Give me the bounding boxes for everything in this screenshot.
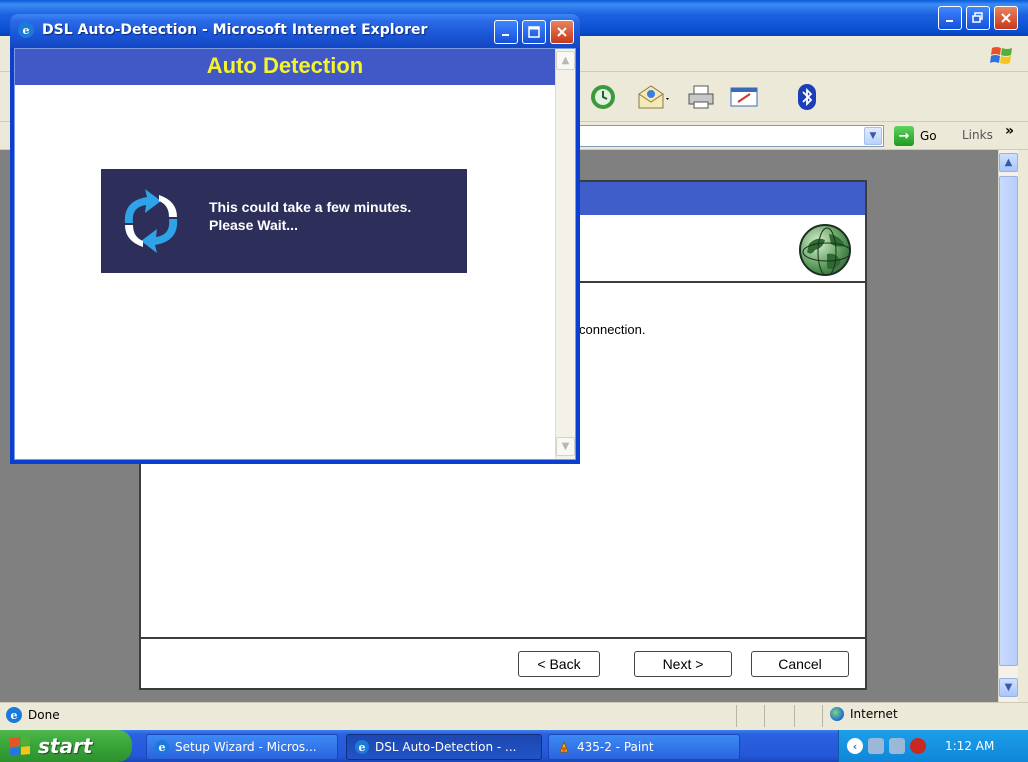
popup-scroll-up-button[interactable]: ▲: [556, 51, 575, 70]
restore-icon: [972, 12, 983, 23]
bluetooth-tray-icon[interactable]: [910, 738, 926, 754]
bg-close-button[interactable]: [994, 6, 1018, 30]
go-arrow-icon: →: [894, 126, 914, 146]
internet-zone-icon: [830, 707, 844, 721]
paint-icon: [559, 740, 569, 753]
bluetooth-button[interactable]: [790, 80, 824, 114]
scroll-thumb[interactable]: [999, 176, 1018, 666]
taskbar-item-setup-wizard[interactable]: e Setup Wizard - Micros...: [146, 734, 338, 760]
taskbar-item-label: Setup Wizard - Micros...: [175, 740, 317, 754]
dsl-auto-detection-window: e DSL Auto-Detection - Microsoft Interne…: [10, 14, 580, 464]
edit-icon: [730, 87, 758, 107]
refresh-arrows-icon: [124, 189, 178, 253]
popup-scroll-down-button[interactable]: ▼: [556, 437, 575, 456]
popup-maximize-button[interactable]: [522, 20, 546, 44]
vertical-scrollbar[interactable]: ▲ ▼: [998, 150, 1018, 702]
clock[interactable]: 1:12 AM: [945, 739, 994, 753]
status-zone: Internet: [830, 707, 898, 721]
bluetooth-icon: [798, 84, 816, 110]
cancel-button[interactable]: Cancel: [751, 651, 849, 677]
wait-message-line1: This could take a few minutes.: [209, 199, 412, 215]
minimize-icon: [946, 20, 953, 22]
network-icon[interactable]: [889, 738, 905, 754]
ie-icon: e: [18, 22, 34, 38]
network-icon[interactable]: [868, 738, 884, 754]
system-tray: ‹ 1:12 AM: [838, 730, 1028, 762]
go-button[interactable]: → Go: [894, 126, 937, 146]
chevron-down-icon: ▼: [869, 131, 877, 141]
close-icon: [557, 27, 567, 37]
print-button[interactable]: [684, 80, 718, 114]
start-label: start: [38, 734, 93, 758]
edit-button[interactable]: [728, 80, 762, 114]
wait-message-line2: Please Wait...: [209, 217, 298, 233]
close-icon: [1001, 13, 1011, 23]
history-button[interactable]: [586, 80, 620, 114]
status-text: Done: [28, 708, 60, 722]
minimize-icon: [502, 34, 509, 36]
chevron-down-icon: ▼: [561, 441, 570, 452]
ie-icon: e: [355, 740, 369, 754]
popup-close-button[interactable]: [550, 20, 574, 44]
auto-detection-title: Auto Detection: [206, 53, 364, 78]
page-icon: e: [6, 707, 22, 723]
auto-detection-header: Auto Detection: [15, 49, 555, 85]
scroll-up-button[interactable]: ▲: [999, 153, 1018, 172]
popup-content: Auto Detection This could take a few min…: [14, 48, 576, 460]
next-button[interactable]: Next >: [634, 651, 732, 677]
bg-restore-button[interactable]: [966, 6, 990, 30]
windows-logo-icon: [990, 47, 1012, 64]
windows-logo-icon: [10, 735, 30, 757]
mail-button[interactable]: [636, 80, 670, 114]
back-button[interactable]: < Back: [518, 651, 600, 677]
address-dropdown-button[interactable]: ▼: [864, 127, 882, 145]
popup-scrollbar[interactable]: ▲ ▼: [555, 49, 575, 459]
chevron-up-icon: ▲: [561, 55, 570, 66]
popup-title: DSL Auto-Detection - Microsoft Internet …: [42, 22, 428, 38]
taskbar-item-paint[interactable]: 435-2 - Paint: [548, 734, 740, 760]
taskbar-item-label: 435-2 - Paint: [577, 740, 654, 754]
wait-panel: This could take a few minutes. Please Wa…: [101, 169, 467, 273]
maximize-icon: [528, 26, 540, 38]
zone-text: Internet: [850, 707, 898, 721]
mail-icon: [638, 85, 669, 109]
status-divider: [764, 705, 765, 727]
taskbar-item-label: DSL Auto-Detection - ...: [375, 740, 517, 754]
go-label: Go: [920, 129, 937, 143]
status-divider: [794, 705, 795, 727]
status-divider: [822, 705, 823, 727]
globe-icon: [799, 224, 851, 276]
start-button[interactable]: start: [0, 730, 132, 762]
chevron-down-icon: ▼: [1004, 682, 1013, 693]
popup-minimize-button[interactable]: [494, 20, 518, 44]
bg-minimize-button[interactable]: [938, 6, 962, 30]
chevron-up-icon: ▲: [1004, 157, 1013, 168]
wizard-body-text: connection.: [579, 322, 646, 337]
tray-expand-icon[interactable]: ‹: [847, 738, 863, 754]
status-divider: [736, 705, 737, 727]
status-done: e Done: [6, 707, 60, 723]
print-icon: [688, 85, 714, 109]
taskbar-item-dsl-auto-detection[interactable]: e DSL Auto-Detection - ...: [346, 734, 542, 760]
scroll-down-button[interactable]: ▼: [999, 678, 1018, 697]
address-input[interactable]: [560, 125, 884, 147]
links-chevron-icon[interactable]: »: [1005, 123, 1014, 139]
ie-icon: e: [155, 740, 169, 754]
links-label[interactable]: Links: [962, 128, 993, 142]
history-icon: [591, 85, 615, 109]
